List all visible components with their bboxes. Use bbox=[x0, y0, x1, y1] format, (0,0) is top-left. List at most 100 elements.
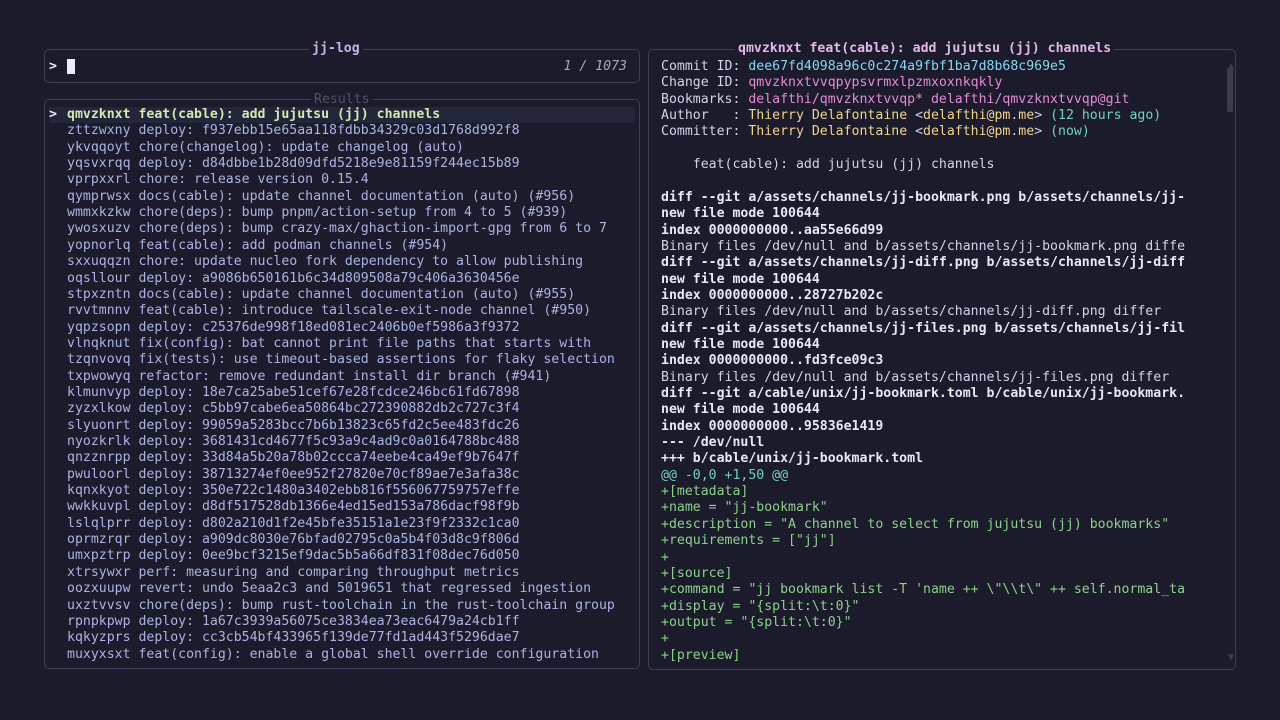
result-row[interactable]: rpnpkpwp deploy: 1a67c3939a56075ce3834ea… bbox=[49, 614, 635, 630]
result-row[interactable]: sxxuqqzn chore: update nucleo fork depen… bbox=[49, 254, 635, 270]
preview-text: qmvzknxtvvqpypsvrmxlpzmxoxnkqkly bbox=[748, 75, 1003, 91]
preview-text: diff --git a/cable/unix/jj-bookmark.toml… bbox=[661, 386, 1186, 401]
result-row[interactable]: lslqlprr deploy: d802a210d1f2e45bfe35151… bbox=[49, 516, 635, 532]
selection-marker: > bbox=[49, 107, 57, 122]
preview-text: < bbox=[907, 108, 924, 124]
result-row-text: pwuloorl deploy: 38713274ef0ee952f27820e… bbox=[67, 466, 520, 482]
preview-text: Thierry Delafontaine bbox=[748, 108, 908, 124]
result-row-text: qymprwsx docs(cable): update channel doc… bbox=[67, 188, 576, 204]
result-row-text: wwkkuvpl deploy: d8df517528db1366e4ed15e… bbox=[67, 499, 520, 515]
preview-text: + bbox=[661, 631, 669, 647]
preview-text: index 0000000000..28727b202c bbox=[661, 287, 884, 303]
result-row[interactable]: klmunvyp deploy: 18e7ca25abe51cef67e28fc… bbox=[49, 385, 635, 401]
result-row[interactable]: zttzwxny deploy: f937ebb15e65aa118fdbb34… bbox=[49, 123, 635, 139]
result-row[interactable]: oprmzrqr deploy: a909dc8030e76bfad02795c… bbox=[49, 532, 635, 548]
result-row[interactable]: vprpxxrl chore: release version 0.15.4 bbox=[49, 172, 635, 188]
result-row[interactable]: tzqnvovq fix(tests): use timeout-based a… bbox=[49, 352, 635, 368]
result-row-text: uxztvvsv chore(deps): bump rust-toolchai… bbox=[67, 597, 615, 613]
result-row-text: yqpzsopn deploy: c25376de998f18ed081ec24… bbox=[67, 319, 520, 335]
preview-text: diff --git a/assets/channels/jj-diff.png… bbox=[661, 255, 1186, 271]
preview-text: Change ID: bbox=[661, 75, 749, 91]
result-row[interactable]: qymprwsx docs(cable): update channel doc… bbox=[49, 189, 635, 205]
result-row[interactable]: muxyxsxt feat(config): enable a global s… bbox=[49, 647, 635, 663]
result-row-text: slyuonrt deploy: 99059a5283bcc7b6b13823c… bbox=[67, 417, 520, 433]
result-row-text: wmmxkzkw chore(deps): bump pnpm/action-s… bbox=[67, 205, 568, 221]
result-row[interactable]: zyzxlkow deploy: c5bb97cabe6ea50864bc272… bbox=[49, 401, 635, 417]
result-row[interactable]: oozxuupw revert: undo 5eaa2c3 and 501965… bbox=[49, 581, 635, 597]
result-row-text: muxyxsxt feat(config): enable a global s… bbox=[67, 646, 599, 662]
preview-scrollbar[interactable] bbox=[1227, 68, 1233, 651]
result-row[interactable]: qnzznrpp deploy: 33d84a5b20a78b02ccca74e… bbox=[49, 450, 635, 466]
preview-line: diff --git a/assets/channels/jj-diff.png… bbox=[661, 255, 1219, 271]
result-row-text: kqnxkyot deploy: 350e722c1480a3402ebb816… bbox=[67, 483, 520, 499]
result-row[interactable]: yqpzsopn deploy: c25376de998f18ed081ec24… bbox=[49, 320, 635, 336]
preview-panel-title: qmvzknxt feat(cable): add jujutsu (jj) c… bbox=[735, 41, 1115, 57]
search-panel-title: jj-log bbox=[309, 41, 363, 57]
result-row[interactable]: uxztvvsv chore(deps): bump rust-toolchai… bbox=[49, 598, 635, 614]
result-row[interactable]: yopnorlq feat(cable): add podman channel… bbox=[49, 238, 635, 254]
preview-line: Binary files /dev/null and b/assets/chan… bbox=[661, 370, 1219, 386]
preview-text: index 0000000000..aa55e66d99 bbox=[661, 222, 884, 238]
preview-text: +output = "{split:\t:0}" bbox=[661, 614, 852, 630]
preview-text: Thierry Delafontaine bbox=[748, 124, 908, 140]
result-row[interactable]: wwkkuvpl deploy: d8df517528db1366e4ed15e… bbox=[49, 499, 635, 515]
preview-text: index 0000000000..95836e1419 bbox=[661, 418, 884, 434]
result-row[interactable]: stpxzntn docs(cable): update channel doc… bbox=[49, 287, 635, 303]
preview-text: @@ -0,0 +1,50 @@ bbox=[661, 467, 789, 483]
result-row-text: ykvqqoyt chore(changelog): update change… bbox=[67, 139, 464, 155]
preview-line: new file mode 100644 bbox=[661, 337, 1219, 353]
preview-line: +name = "jj-bookmark" bbox=[661, 500, 1219, 516]
result-row[interactable]: umxpztrp deploy: 0ee9bcf3215ef9dac5b5a66… bbox=[49, 548, 635, 564]
result-row-text: umxpztrp deploy: 0ee9bcf3215ef9dac5b5a66… bbox=[67, 548, 520, 564]
preview-line bbox=[661, 141, 1219, 157]
preview-line: index 0000000000..fd3fce09c3 bbox=[661, 353, 1219, 369]
result-row-text: rpnpkpwp deploy: 1a67c3939a56075ce3834ea… bbox=[67, 613, 520, 629]
preview-line: +display = "{split:\t:0}" bbox=[661, 599, 1219, 615]
result-row-text: oprmzrqr deploy: a909dc8030e76bfad02795c… bbox=[67, 532, 520, 548]
preview-text: +display = "{split:\t:0}" bbox=[661, 598, 860, 614]
result-row[interactable]: xtrsywxr perf: measuring and comparing t… bbox=[49, 565, 635, 581]
preview-text: Commit ID: bbox=[661, 59, 749, 74]
preview-text: +name = "jj-bookmark" bbox=[661, 500, 828, 516]
result-row[interactable]: pwuloorl deploy: 38713274ef0ee952f27820e… bbox=[49, 467, 635, 483]
preview-line: index 0000000000..95836e1419 bbox=[661, 419, 1219, 435]
result-row[interactable]: ywosxuzv chore(deps): bump crazy-max/gha… bbox=[49, 221, 635, 237]
result-row[interactable]: yqsvxrqq deploy: d84dbbe1b28d09dfd5218e9… bbox=[49, 156, 635, 172]
result-row[interactable]: vlnqknut fix(config): bat cannot print f… bbox=[49, 336, 635, 352]
result-row[interactable]: kqnxkyot deploy: 350e722c1480a3402ebb816… bbox=[49, 483, 635, 499]
result-row[interactable]: txpwowyq refactor: remove redundant inst… bbox=[49, 369, 635, 385]
preview-scrollbar-thumb[interactable] bbox=[1227, 68, 1233, 112]
results-panel-title: Results bbox=[311, 92, 373, 108]
preview-text: (now) bbox=[1050, 124, 1090, 140]
result-count: 1 / 1073 bbox=[563, 59, 627, 74]
result-row[interactable]: > qmvzknxt feat(cable): add jujutsu (jj) … bbox=[49, 107, 635, 124]
result-row[interactable]: slyuonrt deploy: 99059a5283bcc7b6b13823c… bbox=[49, 418, 635, 434]
preview-line: Bookmarks: delafthi/qmvzknxtvvqp* delaft… bbox=[661, 92, 1219, 108]
result-row-text: rvvtmnnv feat(cable): introduce tailscal… bbox=[67, 303, 592, 319]
preview-text: new file mode 100644 bbox=[661, 336, 820, 352]
preview-text: --- /dev/null bbox=[661, 435, 765, 451]
preview-line: Binary files /dev/null and b/assets/chan… bbox=[661, 239, 1219, 255]
scroll-up-arrow-icon[interactable]: ▲ bbox=[1228, 61, 1234, 72]
search-input[interactable] bbox=[67, 59, 75, 74]
result-row[interactable]: wmmxkzkw chore(deps): bump pnpm/action-s… bbox=[49, 205, 635, 221]
result-row-text: zttzwxny deploy: f937ebb15e65aa118fdbb34… bbox=[67, 123, 520, 139]
result-row[interactable]: nyozkrlk deploy: 3681431cd4677f5c93a9c4a… bbox=[49, 434, 635, 450]
result-row[interactable]: kqkyzprs deploy: cc3cb54bf433965f139de77… bbox=[49, 630, 635, 646]
result-row[interactable]: rvvtmnnv feat(cable): introduce tailscal… bbox=[49, 303, 635, 319]
preview-line: Binary files /dev/null and b/assets/chan… bbox=[661, 304, 1219, 320]
preview-line: @@ -0,0 +1,50 @@ bbox=[661, 468, 1219, 484]
preview-text: +[metadata] bbox=[661, 484, 749, 500]
result-row-text: qmvzknxt feat(cable): add jujutsu (jj) c… bbox=[67, 107, 441, 122]
preview-text: Binary files /dev/null and b/assets/chan… bbox=[661, 304, 1162, 320]
result-row[interactable]: ykvqqoyt chore(changelog): update change… bbox=[49, 140, 635, 156]
preview-text: +description = "A channel to select from… bbox=[661, 516, 1170, 532]
preview-line: index 0000000000..28727b202c bbox=[661, 288, 1219, 304]
preview-text: new file mode 100644 bbox=[661, 271, 820, 287]
scroll-down-arrow-icon[interactable]: ▼ bbox=[1228, 652, 1234, 663]
result-row-text: tzqnvovq fix(tests): use timeout-based a… bbox=[67, 352, 615, 368]
preview-text: diff --git a/assets/channels/jj-bookmark… bbox=[661, 189, 1186, 205]
preview-panel: qmvzknxt feat(cable): add jujutsu (jj) c… bbox=[648, 41, 1236, 670]
result-row[interactable]: oqsllour deploy: a9086b650161b6c34d80950… bbox=[49, 271, 635, 287]
preview-text: Author : bbox=[661, 108, 749, 124]
